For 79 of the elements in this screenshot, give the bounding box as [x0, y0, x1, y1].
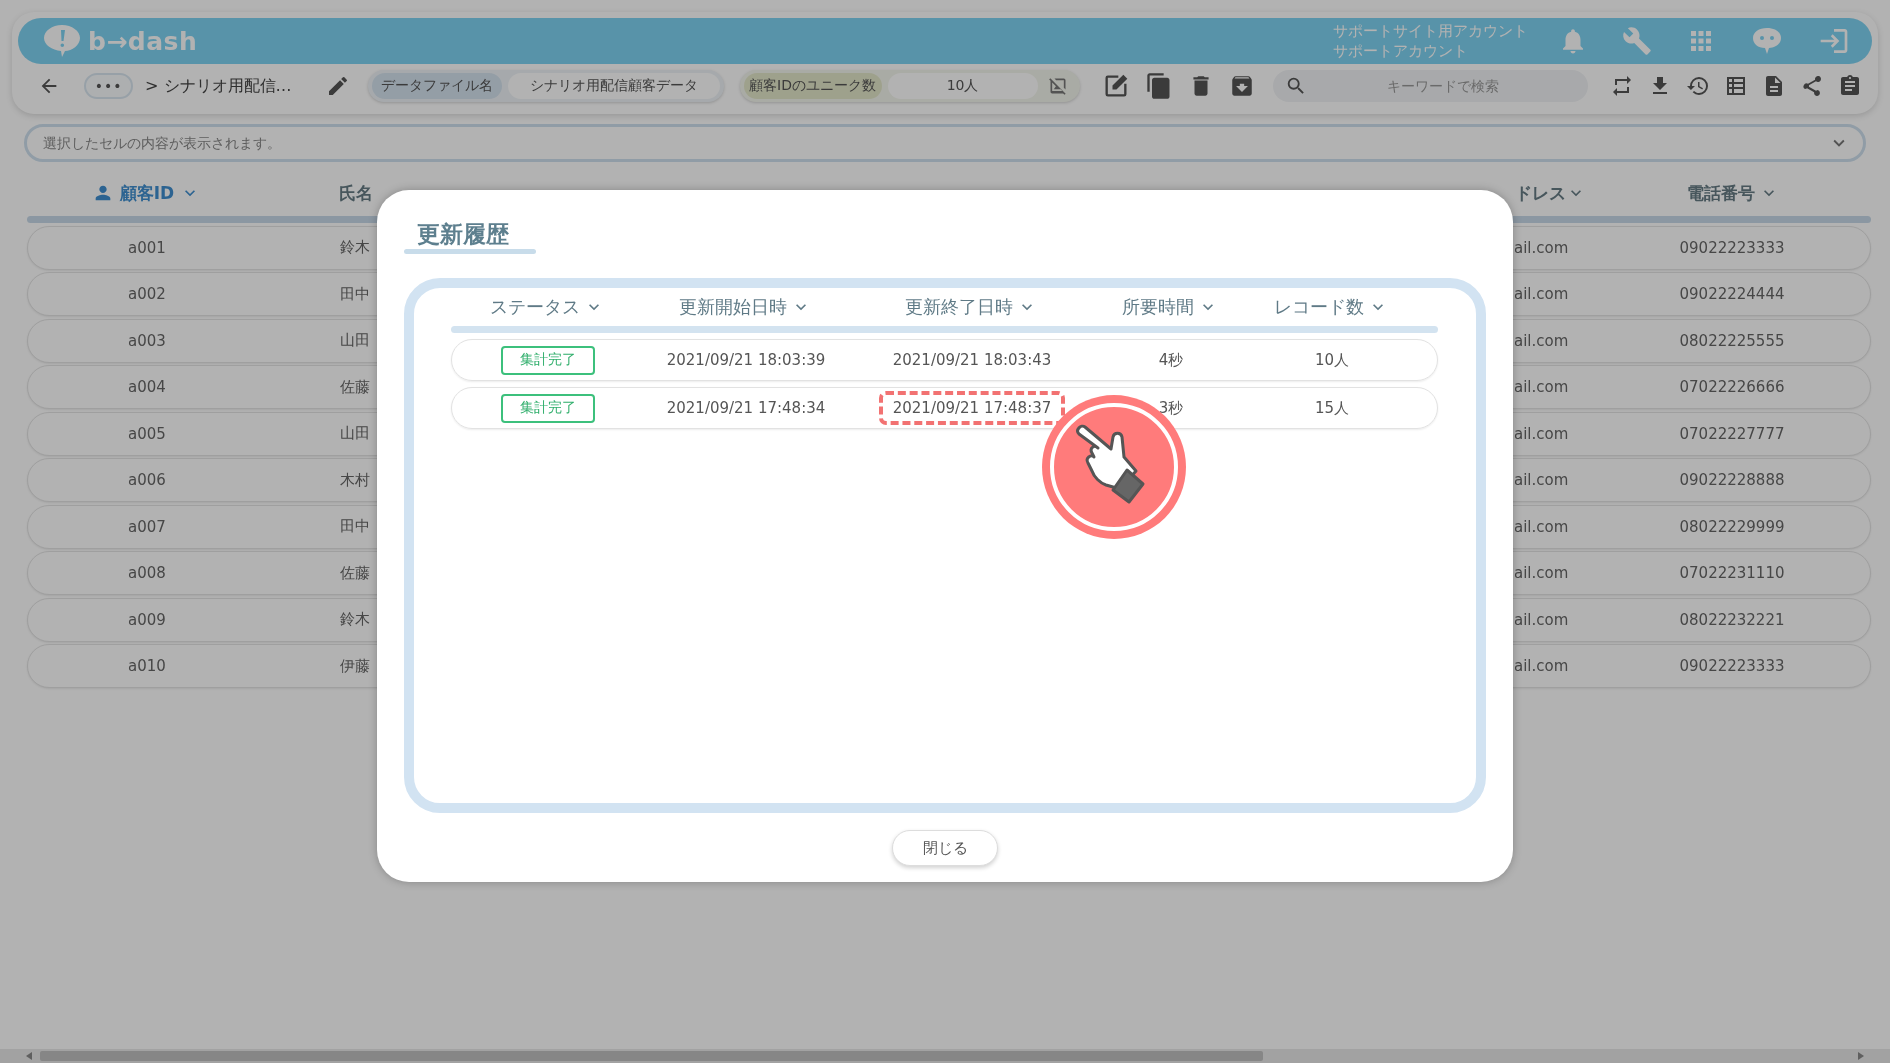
history-icon[interactable] [1686, 74, 1710, 98]
table-cell: a001 [128, 238, 166, 257]
column-header[interactable]: 更新開始日時 [679, 295, 787, 319]
table-cell: ail.com [1514, 564, 1569, 582]
table-cell: ail.com [1514, 378, 1569, 396]
table-cell: ail.com [1514, 424, 1569, 443]
file-name-label: データファイル名 [371, 73, 502, 99]
table-cell: 09022228888 [1679, 471, 1785, 489]
table-cell: 佐藤 [340, 377, 370, 396]
horizontal-scrollbar[interactable] [0, 1049, 1890, 1063]
logo-text: b→dash [88, 26, 198, 56]
table-cell: 2021/09/21 17:48:34 [666, 399, 826, 417]
breadcrumb[interactable]: > シナリオ用配信… [145, 75, 292, 97]
more-button[interactable]: ••• [84, 73, 134, 99]
column-header[interactable]: 所要時間 [1122, 295, 1194, 319]
close-button[interactable]: 閉じる [892, 830, 998, 866]
table-cell: 07022227777 [1679, 424, 1785, 443]
column-header[interactable]: レコード数 [1274, 295, 1364, 319]
table-cell: 田中 [340, 517, 370, 535]
table-cell: a009 [128, 610, 166, 629]
table-cell: a008 [128, 564, 166, 582]
account-name: サポートサイト用アカウント [1333, 21, 1528, 41]
table-cell: ail.com [1514, 517, 1569, 536]
column-header[interactable]: ステータス [490, 295, 580, 319]
table-cell: 08022229999 [1679, 517, 1785, 536]
table-cell: ail.com [1514, 657, 1569, 675]
table-cell: 4秒 [1158, 350, 1184, 370]
table-cell: 木村 [340, 470, 370, 489]
table-cell: a010 [128, 657, 166, 675]
table-cell: 08022232221 [1679, 610, 1785, 629]
account-name: サポートアカウント [1333, 41, 1469, 61]
table-cell: 伊藤 [340, 656, 370, 675]
table-icon[interactable] [1724, 74, 1748, 98]
image-off-icon[interactable] [1047, 76, 1068, 96]
file-name-value: シナリオ用配信顧客データ [507, 73, 720, 99]
table-cell: ail.com [1514, 610, 1569, 629]
table-cell: ail.com [1514, 238, 1569, 257]
table-cell: 佐藤 [340, 563, 370, 582]
table-cell: 07022226666 [1679, 378, 1785, 396]
table-cell: 10人 [1314, 350, 1350, 370]
table-cell: 田中 [340, 284, 370, 303]
search-field[interactable]: キーワードで検索 [1272, 70, 1588, 102]
table-cell: 07022231110 [1679, 564, 1785, 582]
copy-icon[interactable] [1144, 72, 1173, 100]
dialog-title: 更新履歴 [417, 220, 510, 249]
table-cell: 3秒 [1158, 398, 1184, 418]
table-cell: 鈴木 [340, 238, 370, 256]
share-icon[interactable] [1800, 74, 1824, 98]
status-badge: 集計完了 [501, 393, 595, 423]
table-cell: 09022223333 [1679, 657, 1785, 675]
table-cell: a007 [128, 517, 166, 536]
table-cell: 山田 [340, 331, 370, 349]
table-cell: 山田 [340, 424, 370, 442]
status-badge: 集計完了 [501, 345, 595, 375]
table-cell: 09022224444 [1679, 285, 1785, 303]
column-header[interactable]: 電話番号 [1687, 181, 1755, 205]
table-cell: ail.com [1514, 471, 1569, 489]
column-header[interactable]: 更新終了日時 [905, 295, 1013, 319]
table-cell: a002 [128, 285, 166, 303]
table-cell: a004 [128, 378, 166, 396]
column-header[interactable]: 氏名 [339, 182, 373, 203]
metric-value: 10人 [887, 73, 1038, 99]
table-cell: 2021/09/21 18:03:39 [666, 351, 826, 369]
table-cell: 09022223333 [1679, 238, 1785, 257]
table-cell-text: 2021/09/21 18:03:43 [891, 350, 1053, 371]
table-cell: ail.com [1514, 285, 1569, 303]
table-cell: a003 [128, 331, 166, 350]
table-cell: ail.com [1514, 331, 1569, 350]
cell-content-field[interactable]: 選択したセルの内容が表示されます。 [24, 124, 1866, 162]
column-header[interactable]: 顧客ID [119, 181, 175, 205]
column-header[interactable]: ドレス [1515, 181, 1566, 205]
metric-label: 顧客IDのユニーク数 [743, 73, 882, 99]
clipboard-icon[interactable] [1838, 74, 1862, 98]
table-cell: 15人 [1314, 398, 1350, 418]
table-cell: a005 [128, 424, 166, 443]
table-cell: 鈴木 [340, 610, 370, 628]
logo-icon [42, 23, 82, 59]
table-cell: a006 [128, 471, 166, 489]
table-cell: 08022225555 [1679, 331, 1785, 350]
